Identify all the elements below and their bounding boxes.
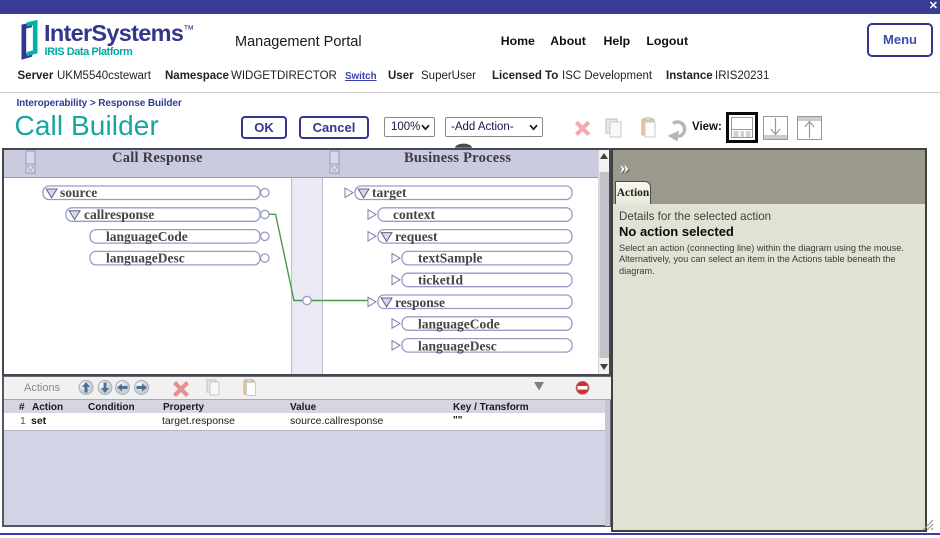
svg-text:context: context xyxy=(393,207,435,222)
svg-text:textSample: textSample xyxy=(418,251,483,266)
svg-text:target: target xyxy=(372,185,407,200)
svg-text:languageCode: languageCode xyxy=(418,317,500,332)
svg-text:languageDesc: languageDesc xyxy=(418,338,497,353)
svg-text:languageCode: languageCode xyxy=(106,229,188,244)
svg-text:ticketId: ticketId xyxy=(418,272,463,287)
svg-text:source: source xyxy=(60,185,97,200)
svg-text:request: request xyxy=(395,229,438,244)
svg-text:languageDesc: languageDesc xyxy=(106,251,185,266)
svg-text:response: response xyxy=(395,295,445,310)
svg-text:callresponse: callresponse xyxy=(84,207,154,222)
